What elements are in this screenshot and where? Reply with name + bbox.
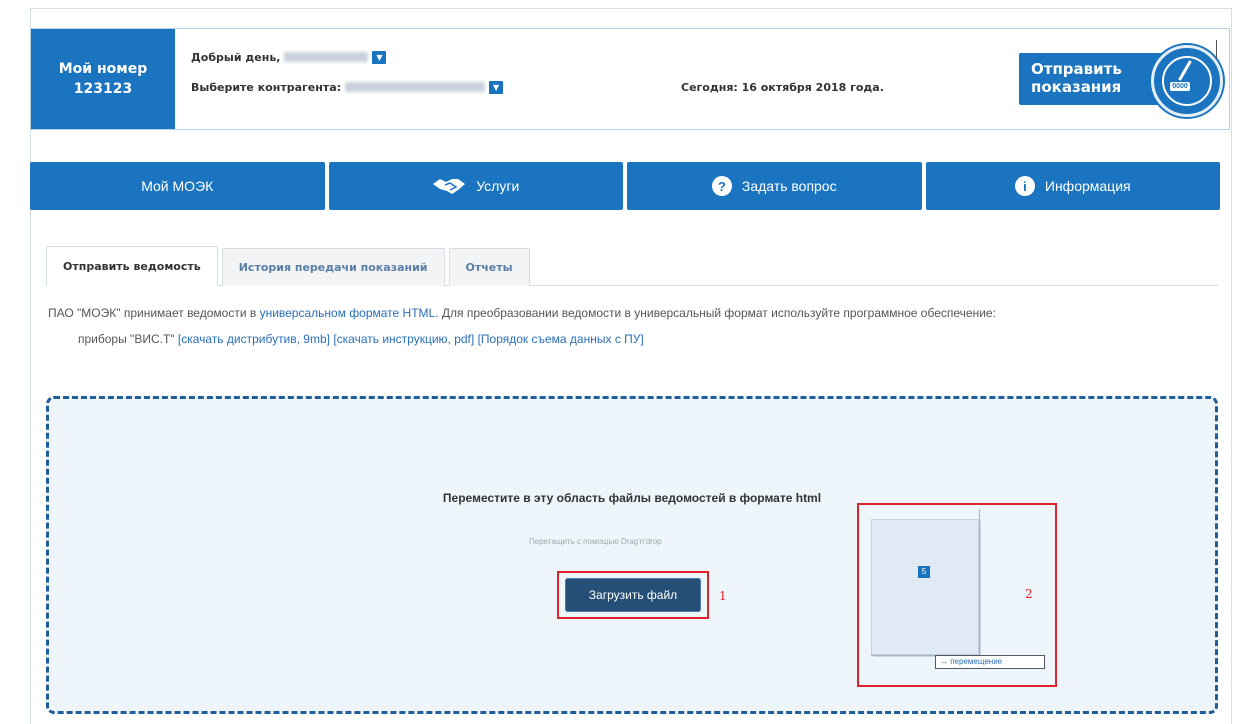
send-readings-button[interactable]: Отправить показания (1019, 53, 1167, 105)
greeting-label: Добрый день, (191, 50, 281, 64)
tab-send-statement[interactable]: Отправить ведомость (46, 246, 218, 286)
my-number-panel: Мой номер 123123 (31, 29, 175, 129)
universal-format-link[interactable]: универсальном формате HTML (260, 306, 436, 320)
move-cursor-tag: → перемещение (935, 655, 1045, 669)
upload-highlight-box: Загрузить файл (557, 571, 709, 619)
contractor-label: Выберите контрагента: (191, 80, 342, 94)
tabs: Отправить ведомость История передачи пок… (46, 246, 534, 286)
dragged-file-card: 5 (871, 519, 979, 655)
main-nav: Мой МОЭК Услуги ? Задать вопрос i Информ… (30, 162, 1220, 210)
info-text: ПАО "МОЭК" принимает ведомости в универс… (48, 304, 1218, 348)
my-number-value: 123123 (73, 81, 133, 97)
nav-label: Информация (1044, 178, 1131, 194)
drag-guide-vertical (979, 509, 980, 655)
download-instruction-link[interactable]: [скачать инструкцию, pdf] (333, 332, 474, 346)
drag-illustration-box: 5 → перемещение 2 (857, 503, 1057, 687)
file-drop-zone[interactable]: Переместите в эту область файлы ведомост… (46, 396, 1218, 714)
user-dropdown-chevron-down-icon[interactable]: ▼ (372, 50, 387, 64)
drop-zone-subtitle: Перетащить с помощью Drag'n'drop (529, 537, 662, 546)
file-count-badge: 5 (918, 566, 930, 578)
info-text-before: ПАО "МОЭК" принимает ведомости в (48, 306, 260, 320)
data-reading-order-link[interactable]: [Порядок съема данных с ПУ] (478, 332, 644, 346)
download-distrib-link[interactable]: [скачать дистрибутив, 9mb] (178, 332, 330, 346)
nav-item-information[interactable]: i Информация (925, 162, 1220, 210)
greeting-block: Добрый день, ▼ Выберите контрагента: ▼ (191, 49, 504, 109)
header-divider (1216, 40, 1217, 58)
contractor-dropdown-chevron-down-icon[interactable]: ▼ (489, 80, 504, 94)
nav-label: Мой МОЭК (141, 178, 214, 194)
tab-reports[interactable]: Отчеты (448, 248, 530, 286)
upload-file-button[interactable]: Загрузить файл (565, 578, 701, 612)
info-text-after: . Для преобразовании ведомости в универс… (435, 306, 996, 320)
user-name-blurred (284, 52, 369, 62)
annotation-marker-1: 1 (719, 589, 727, 603)
contractor-name-blurred (345, 82, 486, 92)
header: Мой номер 123123 Добрый день, ▼ Выберите… (30, 28, 1230, 130)
info-icon: i (1014, 176, 1035, 196)
gauge-counter: 0000 (1170, 82, 1190, 91)
my-number-label: Мой номер (58, 61, 148, 77)
nav-item-my-moek[interactable]: Мой МОЭК (30, 162, 325, 210)
devices-prefix: приборы "ВИС.Т" (78, 332, 178, 346)
nav-label: Услуги (476, 178, 520, 194)
nav-item-services[interactable]: Услуги (328, 162, 623, 210)
annotation-marker-2: 2 (1025, 587, 1033, 601)
today-date: Сегодня: 16 октября 2018 года. (681, 81, 884, 94)
meter-gauge-icon[interactable]: 0000 (1151, 45, 1223, 117)
nav-item-ask-question[interactable]: ? Задать вопрос (627, 162, 922, 210)
handshake-icon (433, 179, 466, 194)
question-icon: ? (711, 176, 732, 196)
nav-label: Задать вопрос (741, 178, 837, 194)
tab-history[interactable]: История передачи показаний (221, 248, 445, 286)
